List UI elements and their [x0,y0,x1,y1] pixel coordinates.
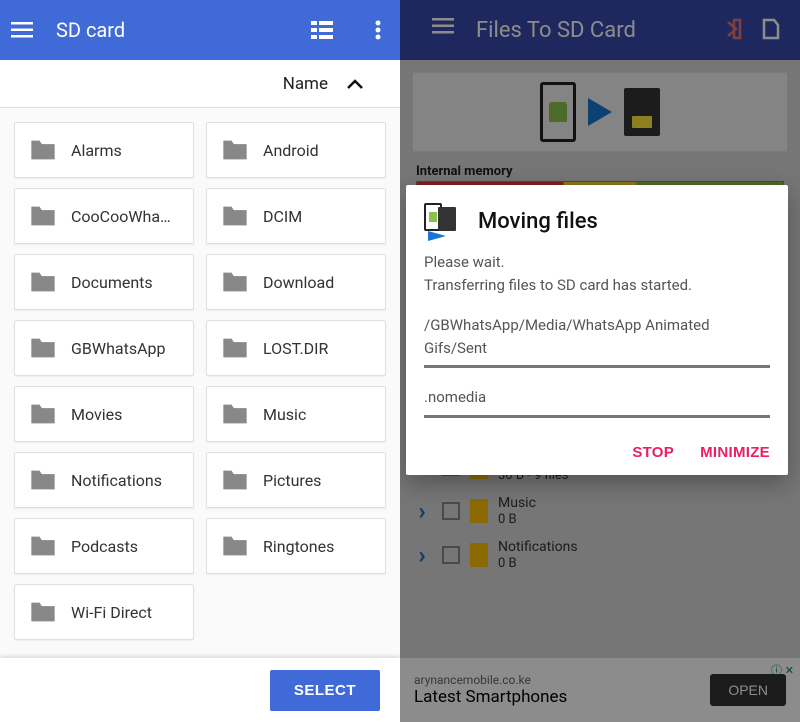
folder-label: Alarms [71,141,122,160]
sort-row[interactable]: Name [0,60,400,108]
moving-files-dialog: Moving files Please wait. Transferring f… [406,185,788,475]
left-appbar: SD card [0,0,400,60]
folder-tile[interactable]: Movies [14,386,194,442]
more-icon[interactable] [366,18,390,42]
progress-bar-2 [424,415,770,418]
folder-tile[interactable]: GBWhatsApp [14,320,194,376]
folder-label: Android [263,141,319,160]
folder-tile[interactable]: CooCooWha… [14,188,194,244]
folder-label: Movies [71,405,122,424]
minimize-button[interactable]: MINIMIZE [700,444,770,461]
folder-tile[interactable]: Alarms [14,122,194,178]
folder-tile[interactable]: Wi-Fi Direct [14,584,194,640]
folder-label: Podcasts [71,537,138,556]
folder-grid: Alarms Android CooCooWha… DCIM Documents Down… [14,122,386,640]
folder-label: Notifications [71,471,162,490]
folder-label: Pictures [263,471,321,490]
folder-label: GBWhatsApp [71,339,165,358]
folder-label: Wi-Fi Direct [71,603,152,622]
dialog-line2: Transferring files to SD card has starte… [424,274,770,297]
sort-label: Name [283,74,328,94]
dialog-path: /GBWhatsApp/Media/WhatsApp Animated Gifs… [424,314,770,359]
folder-tile[interactable]: Android [206,122,386,178]
menu-icon[interactable] [10,18,34,42]
folder-tile[interactable]: Download [206,254,386,310]
chevron-up-icon [346,78,364,90]
folder-label: Ringtones [263,537,334,556]
folder-tile[interactable]: LOST.DIR [206,320,386,376]
stop-button[interactable]: STOP [632,444,674,461]
dialog-title: Moving files [478,209,598,234]
folder-tile[interactable]: Ringtones [206,518,386,574]
folder-label: DCIM [263,207,302,226]
folder-tile[interactable]: Documents [14,254,194,310]
left-title: SD card [56,18,310,42]
left-panel: SD card Name Alarms Android CooCooWha… DCIM… [0,0,400,722]
folder-tile[interactable]: Music [206,386,386,442]
folder-tile[interactable]: Notifications [14,452,194,508]
folder-label: Documents [71,273,153,292]
select-button[interactable]: SELECT [270,670,380,711]
progress-bar-1 [424,365,770,368]
folder-tile[interactable]: DCIM [206,188,386,244]
dialog-file: .nomedia [424,386,770,409]
folder-label: Download [263,273,334,292]
dialog-line1: Please wait. [424,251,770,274]
folder-tile[interactable]: Pictures [206,452,386,508]
folder-tile[interactable]: Podcasts [14,518,194,574]
transfer-icon [424,203,468,239]
select-bar: SELECT [0,658,400,722]
folder-label: CooCooWha… [71,207,171,226]
folder-label: Music [263,405,306,424]
folder-label: LOST.DIR [263,339,328,358]
view-grid-icon[interactable] [310,18,334,42]
right-panel: Files To SD Card Internal memory ›?30 B … [400,0,800,722]
